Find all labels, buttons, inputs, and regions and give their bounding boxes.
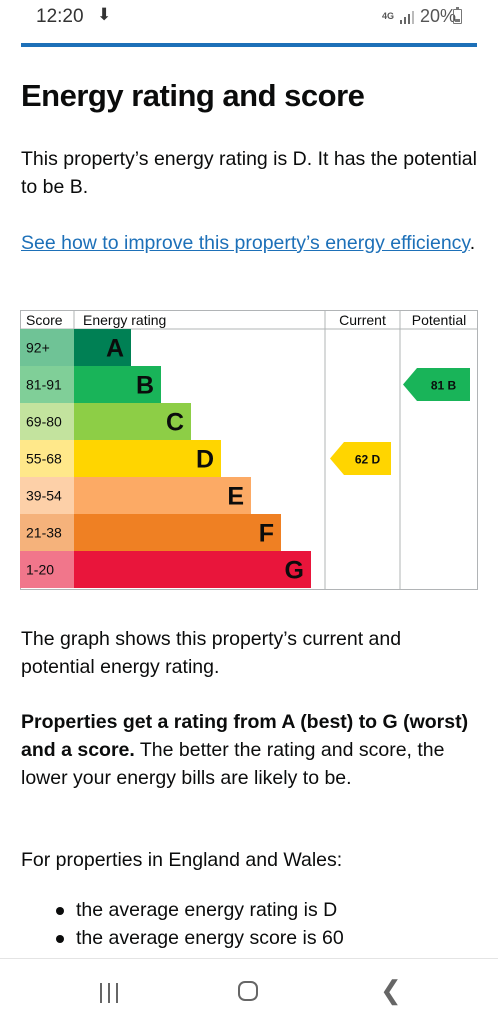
potential-rating-label: 81 B	[431, 379, 457, 393]
england-wales-text: For properties in England and Wales:	[21, 849, 343, 871]
rating-letter-b: B	[136, 372, 154, 400]
header-current: Current	[339, 312, 386, 328]
header-rule	[21, 43, 477, 47]
average-list: the average energy rating is D the avera…	[54, 896, 344, 952]
back-icon[interactable]: ❮	[380, 977, 402, 1003]
rating-bar-f	[74, 514, 281, 551]
score-range-a: 92+	[26, 340, 50, 356]
score-range-b: 81-91	[26, 377, 62, 393]
page-title: Energy rating and score	[21, 78, 365, 113]
header-potential: Potential	[412, 312, 466, 328]
status-bar: 12:20 ⬇ 4G 20%	[0, 0, 498, 34]
rating-letter-g: G	[285, 557, 304, 585]
rating-explainer: Properties get a rating from A (best) to…	[21, 708, 477, 792]
rating-letter-d: D	[196, 446, 214, 474]
rating-letter-a: A	[106, 335, 124, 363]
battery-icon	[453, 7, 462, 24]
download-icon: ⬇	[97, 5, 112, 24]
rating-bar-e	[74, 477, 251, 514]
rating-letter-f: F	[259, 520, 274, 548]
rating-letter-c: C	[166, 409, 184, 437]
score-range-e: 39-54	[26, 488, 62, 504]
score-range-c: 69-80	[26, 414, 62, 430]
graph-note: The graph shows this property’s current …	[21, 628, 402, 678]
score-range-g: 1-20	[26, 562, 54, 578]
intro-text: This property’s energy rating is D. It h…	[21, 148, 477, 198]
status-time: 12:20	[36, 6, 84, 27]
signal-icon	[399, 10, 414, 24]
network-type: 4G	[381, 11, 394, 21]
recents-icon[interactable]	[100, 983, 118, 1003]
current-rating-label: 62 D	[355, 453, 381, 467]
rating-bar-g	[74, 551, 311, 588]
list-item: the average energy rating is D	[54, 896, 344, 924]
home-icon[interactable]	[238, 981, 258, 1001]
rating-letter-e: E	[227, 483, 244, 511]
battery-percent: 20%	[419, 6, 456, 26]
improve-paragraph: See how to improve this property’s energ…	[21, 229, 477, 257]
improve-efficiency-link[interactable]: See how to improve this property’s energ…	[21, 232, 470, 254]
header-energy-rating: Energy rating	[83, 312, 166, 328]
status-right: 4G 20%	[382, 6, 456, 27]
link-suffix: .	[469, 232, 476, 254]
android-nav-bar: ❮	[0, 958, 498, 1025]
score-range-f: 21-38	[26, 525, 62, 541]
list-item: the average energy score is 60	[54, 924, 344, 952]
energy-rating-svg: Score Energy rating Current Potential 92+ A 81…	[20, 310, 478, 590]
header-score: Score	[26, 312, 63, 328]
score-range-d: 55-68	[26, 451, 62, 467]
energy-rating-chart: Score Energy rating Current Potential 92+ A 81…	[20, 310, 478, 590]
